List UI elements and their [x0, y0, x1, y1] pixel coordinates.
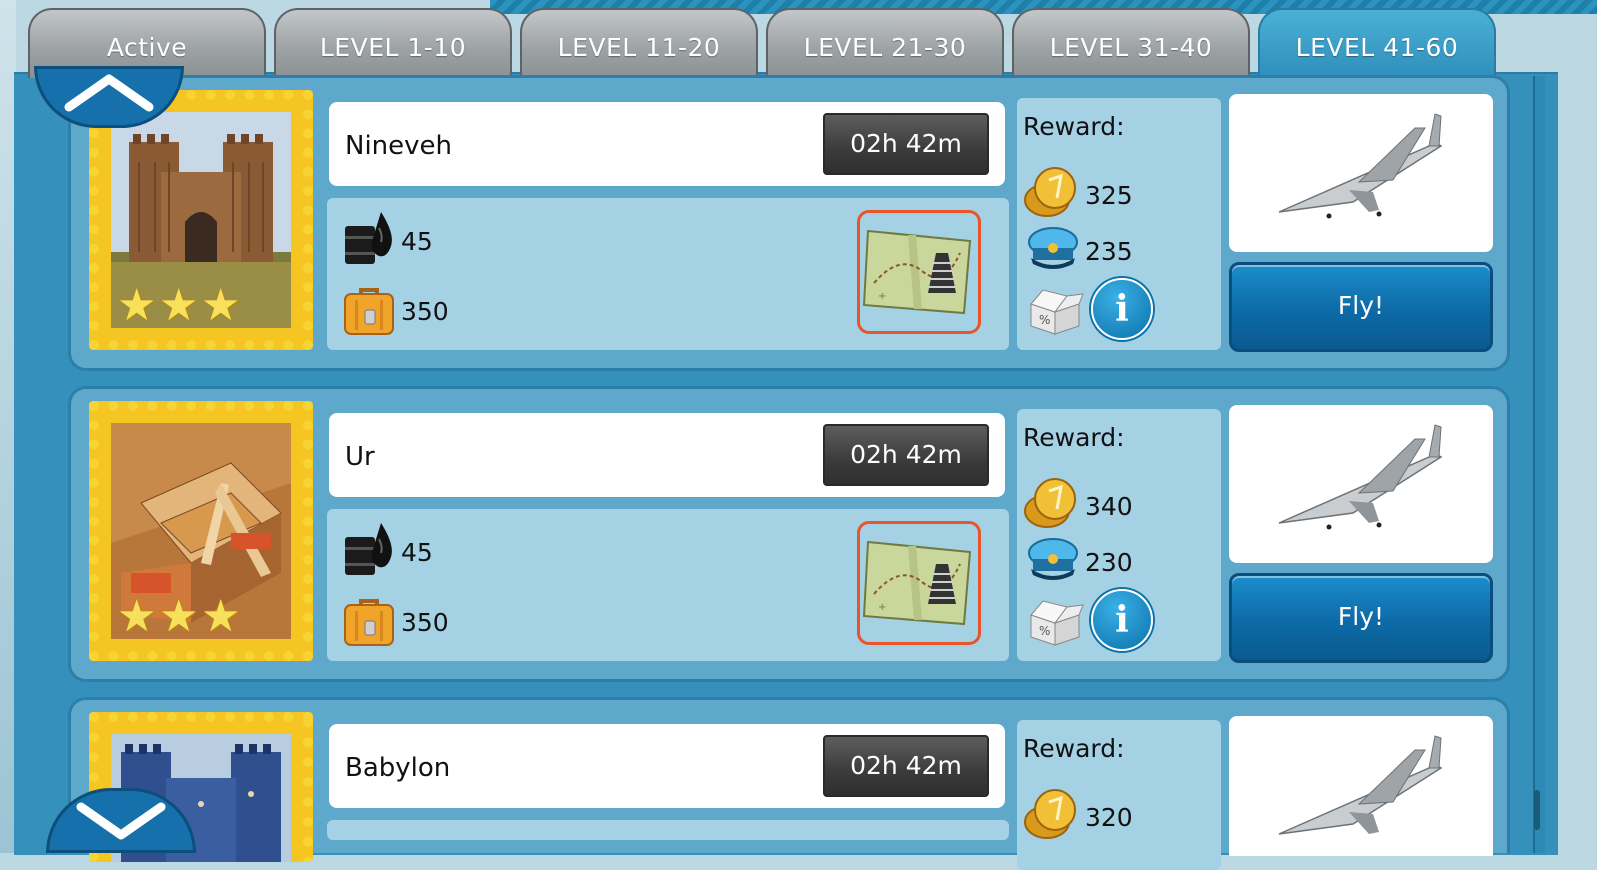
- tab-level-1-10[interactable]: LEVEL 1-10: [274, 8, 512, 78]
- oil-barrel-icon: [343, 521, 395, 583]
- pilot-cap-icon: [1023, 535, 1079, 589]
- pilot-cap-icon: [1023, 224, 1079, 278]
- luggage-cost: 350: [343, 280, 449, 342]
- aircraft-preview: [1229, 716, 1493, 856]
- reward-panel: Reward: 325 235 % i: [1017, 98, 1221, 350]
- tab-level-21-30[interactable]: LEVEL 21-30: [766, 8, 1004, 78]
- open-box-icon: %: [1023, 284, 1085, 342]
- reward-captains: 230: [1023, 535, 1133, 589]
- suitcase-icon: [343, 591, 395, 653]
- aircraft-preview: [1229, 405, 1493, 563]
- fuel-amount: 45: [401, 226, 433, 256]
- fuel-cost: 45: [343, 210, 433, 272]
- tab-level-31-40[interactable]: LEVEL 31-40: [1012, 8, 1250, 78]
- flight-costs: 45 350 +: [327, 198, 1009, 350]
- treasure-map-icon: +: [860, 540, 978, 646]
- gold-coins-icon: [1023, 788, 1079, 846]
- reward-title: Reward:: [1023, 734, 1125, 763]
- tab-level-11-20[interactable]: LEVEL 11-20: [520, 8, 758, 78]
- scroll-down-button[interactable]: [46, 788, 196, 853]
- coins-amount: 340: [1085, 491, 1133, 521]
- level-tabs: Active LEVEL 1-10 LEVEL 11-20 LEVEL 21-3…: [28, 8, 1528, 78]
- reward-title: Reward:: [1023, 423, 1125, 452]
- destination-card-nineveh: ★ ★ ★ Nineveh 02h 42m 45 350 + Reward: 3…: [68, 75, 1510, 371]
- svg-text:+: +: [878, 291, 886, 302]
- flight-costs: 45 350 +: [327, 509, 1009, 661]
- star-icon: ★: [159, 280, 199, 331]
- concorde-plane-icon: [1229, 424, 1493, 567]
- suitcase-icon: [343, 280, 395, 342]
- destination-stamp: ★ ★ ★: [89, 401, 313, 661]
- destination-card-babylon: Babylon 02h 42m Reward: 320: [68, 697, 1510, 870]
- quest-map[interactable]: +: [857, 521, 981, 645]
- reward-mystery: %: [1023, 595, 1085, 653]
- flight-time: 02h 42m: [823, 113, 989, 175]
- oil-barrel-icon: [343, 210, 395, 272]
- concorde-plane-icon: [1229, 735, 1493, 860]
- destination-card-ur: ★ ★ ★ Ur 02h 42m 45 350 + Reward: 340 23…: [68, 386, 1510, 682]
- reward-captains: 235: [1023, 224, 1133, 278]
- flight-costs: [327, 820, 1009, 840]
- fly-button[interactable]: Fly!: [1229, 573, 1493, 663]
- reward-panel: Reward: 340 230 % i: [1017, 409, 1221, 661]
- star-rating: ★ ★ ★: [117, 280, 241, 331]
- info-button[interactable]: i: [1091, 589, 1153, 651]
- flight-time: 02h 42m: [823, 424, 989, 486]
- star-icon: ★: [201, 591, 241, 642]
- star-icon: ★: [201, 280, 241, 331]
- treasure-map-icon: +: [860, 229, 978, 335]
- quest-map[interactable]: +: [857, 210, 981, 334]
- destination-name: Ur: [345, 442, 375, 472]
- flight-time: 02h 42m: [823, 735, 989, 797]
- reward-panel: Reward: 320: [1017, 720, 1221, 870]
- luggage-amount: 350: [401, 296, 449, 326]
- tab-level-41-60[interactable]: LEVEL 41-60: [1258, 8, 1496, 78]
- reward-mystery: %: [1023, 284, 1085, 342]
- reward-coins: 320: [1023, 788, 1133, 846]
- destination-name-bar: Ur 02h 42m: [329, 413, 1005, 497]
- captains-amount: 230: [1085, 547, 1133, 577]
- scrollbar-thumb[interactable]: [1534, 790, 1540, 830]
- info-icon: i: [1115, 288, 1129, 330]
- coins-amount: 320: [1085, 802, 1133, 832]
- chevron-up-icon: [37, 74, 181, 129]
- destination-name-bar: Nineveh 02h 42m: [329, 102, 1005, 186]
- concorde-plane-icon: [1229, 113, 1493, 256]
- star-icon: ★: [159, 591, 199, 642]
- svg-text:%: %: [1039, 624, 1050, 638]
- luggage-cost: 350: [343, 591, 449, 653]
- list-scrollbar[interactable]: [1533, 76, 1545, 853]
- scroll-up-button[interactable]: [34, 66, 184, 128]
- open-box-icon: %: [1023, 595, 1085, 653]
- luggage-amount: 350: [401, 607, 449, 637]
- fly-button[interactable]: Fly!: [1229, 262, 1493, 352]
- fuel-amount: 45: [401, 537, 433, 567]
- reward-coins: 340: [1023, 477, 1133, 535]
- reward-coins: 325: [1023, 166, 1133, 224]
- destination-name: Babylon: [345, 753, 451, 783]
- svg-text:%: %: [1039, 313, 1050, 327]
- star-icon: ★: [117, 280, 157, 331]
- gold-coins-icon: [1023, 477, 1079, 535]
- chevron-down-icon: [49, 802, 193, 855]
- star-icon: ★: [117, 591, 157, 642]
- info-button[interactable]: i: [1091, 278, 1153, 340]
- fuel-cost: 45: [343, 521, 433, 583]
- captains-amount: 235: [1085, 236, 1133, 266]
- destination-stamp: ★ ★ ★: [89, 90, 313, 350]
- aircraft-preview: [1229, 94, 1493, 252]
- destination-name: Nineveh: [345, 131, 453, 161]
- info-icon: i: [1115, 599, 1129, 641]
- star-rating: ★ ★ ★: [117, 591, 241, 642]
- svg-text:+: +: [878, 602, 886, 613]
- coins-amount: 325: [1085, 180, 1133, 210]
- destination-name-bar: Babylon 02h 42m: [329, 724, 1005, 808]
- reward-title: Reward:: [1023, 112, 1125, 141]
- gold-coins-icon: [1023, 166, 1079, 224]
